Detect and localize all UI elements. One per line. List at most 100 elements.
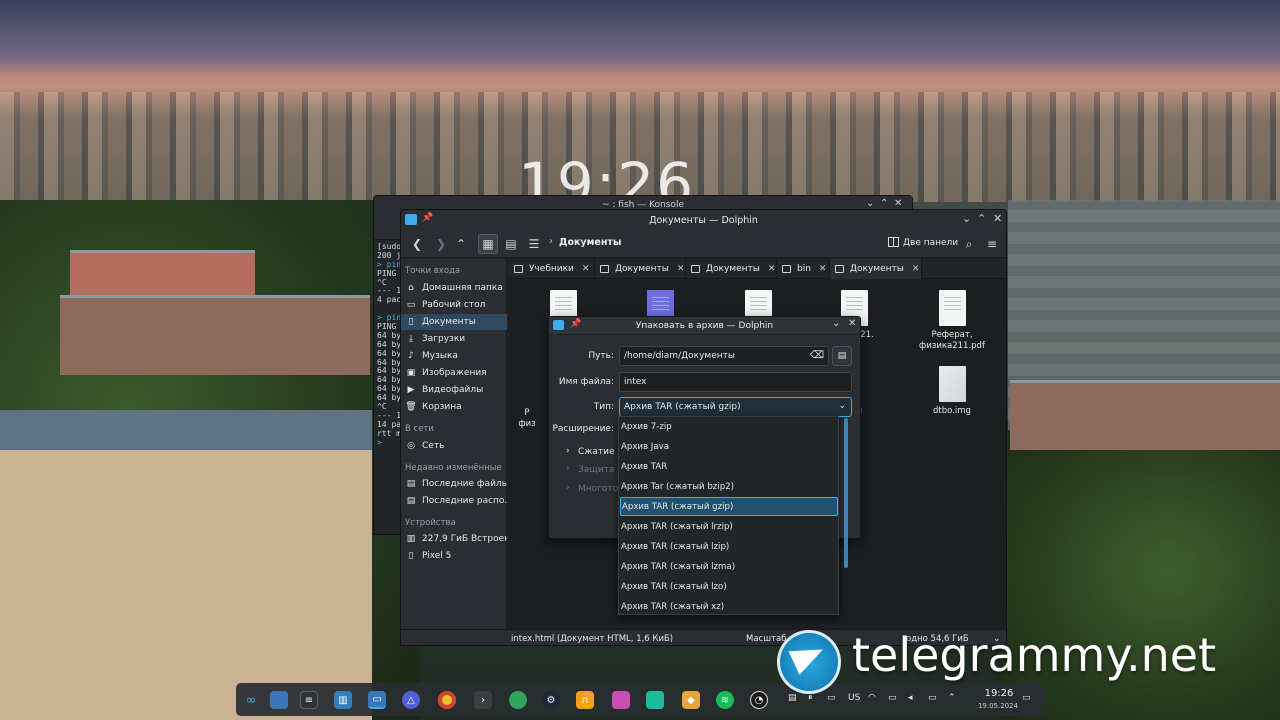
- obs-icon[interactable]: ◔: [750, 691, 768, 709]
- archive-type-select[interactable]: Архив TAR (сжатый gzip) ⌄: [619, 397, 852, 417]
- up-arrow-icon[interactable]: ⌃: [451, 234, 471, 254]
- dropdown-option[interactable]: Архив Tar (сжатый bzip2): [620, 477, 838, 496]
- compression-section[interactable]: Сжатие: [578, 447, 615, 457]
- konsole-taskbar-icon[interactable]: ›: [474, 691, 492, 709]
- hamburger-menu-icon[interactable]: ≡: [982, 234, 1002, 254]
- chevron-up-icon[interactable]: ⌃: [948, 693, 956, 703]
- infinity-icon[interactable]: ∞: [242, 691, 260, 709]
- sidebar-item-videos[interactable]: ▶ Видеофайлы: [401, 382, 507, 398]
- dropdown-option[interactable]: Архив TAR (сжатый lrzip): [620, 517, 838, 536]
- minimize-icon[interactable]: ⌄: [832, 318, 840, 329]
- taskbar-clock[interactable]: 19:26: [974, 688, 1024, 699]
- chrome-icon[interactable]: [438, 691, 456, 709]
- search-icon[interactable]: ⌕: [959, 234, 979, 254]
- file-item-dtbo[interactable]: dtbo.img: [914, 366, 990, 417]
- tab-close-icon[interactable]: ✕: [912, 264, 920, 274]
- download-icon: ⤓: [409, 334, 413, 344]
- keyboard-layout[interactable]: US: [848, 693, 860, 703]
- sidebar-item-music[interactable]: ♪ Музыка: [401, 348, 507, 364]
- sidebar-item-home[interactable]: ⌂ Домашняя папка: [401, 280, 507, 296]
- sidebar-item-recent-files[interactable]: ▤ Последние файлы: [401, 476, 507, 492]
- close-icon[interactable]: ✕: [848, 318, 856, 329]
- archive-type-dropdown[interactable]: Архив 7-zip Архив Java Архив TAR Архив Tar …: [618, 416, 839, 615]
- tab-close-icon[interactable]: ✕: [677, 264, 685, 274]
- show-desktop-icon[interactable]: ▭: [1022, 693, 1031, 703]
- volume-icon[interactable]: ◂: [908, 693, 913, 703]
- discover-icon[interactable]: ▥: [334, 691, 352, 709]
- spotify-icon[interactable]: ≋: [716, 691, 734, 709]
- app-icon[interactable]: [509, 691, 527, 709]
- details-view-icon[interactable]: ☰: [524, 234, 544, 254]
- close-icon[interactable]: ✕: [993, 212, 1002, 225]
- dropdown-option[interactable]: Архив TAR (сжатый xz): [620, 597, 838, 616]
- app-icon[interactable]: [612, 691, 630, 709]
- dropdown-option[interactable]: Архив TAR (сжатый lzma): [620, 557, 838, 576]
- dropdown-option[interactable]: Архив TAR (сжатый lzo): [620, 577, 838, 596]
- tab-close-icon[interactable]: ✕: [768, 264, 776, 274]
- tab-documents-2[interactable]: Документы ✕: [686, 259, 777, 279]
- file-item[interactable]: Рфиз: [507, 408, 547, 430]
- chevron-right-icon[interactable]: ›: [566, 446, 570, 456]
- sidebar-item-network[interactable]: ◎ Сеть: [401, 438, 507, 454]
- file-item-referat-pdf[interactable]: Реферат, физика211.pdf: [914, 290, 990, 352]
- app-icon[interactable]: [646, 691, 664, 709]
- icons-view-icon[interactable]: ▦: [478, 234, 498, 254]
- disk-icon[interactable]: ▭: [827, 693, 836, 703]
- wifi-icon[interactable]: ◠: [868, 693, 876, 703]
- sidebar-item-trash[interactable]: 🗑 Корзина: [401, 399, 507, 415]
- steam-icon[interactable]: ⚙: [542, 691, 560, 709]
- minimize-icon[interactable]: ⌄: [962, 212, 971, 225]
- dropdown-option[interactable]: Архив 7-zip: [620, 417, 838, 436]
- sidebar-item-recent-locations[interactable]: ▤ Последние распо...: [401, 493, 507, 509]
- battery-icon[interactable]: ▭: [888, 693, 897, 703]
- app-icon[interactable]: ∩: [576, 691, 594, 709]
- tab-close-icon[interactable]: ✕: [582, 264, 590, 274]
- split-view-icon[interactable]: [888, 237, 899, 247]
- dialog-titlebar[interactable]: 📌 Упаковать в архив — Dolphin ⌄ ✕: [549, 317, 860, 335]
- minimize-icon[interactable]: ⌄: [866, 198, 874, 209]
- tab-bin[interactable]: bin ✕: [777, 259, 830, 279]
- dolphin-titlebar[interactable]: 📌 Документы — Dolphin ⌄ ⌃ ✕: [401, 210, 1006, 230]
- breadcrumb-current[interactable]: Документы: [559, 237, 622, 248]
- tab-close-icon[interactable]: ✕: [819, 264, 827, 274]
- sidebar-item-internal-drive[interactable]: ▥227,9 ГиБ Встроен...: [401, 531, 507, 547]
- maximize-icon[interactable]: ⌃: [880, 198, 888, 209]
- tab-documents-active[interactable]: Документы ✕: [830, 259, 922, 279]
- dropdown-option[interactable]: Архив TAR (сжатый gzip): [620, 497, 838, 516]
- dolphin-taskbar-icon[interactable]: ▭: [368, 691, 386, 709]
- back-arrow-icon[interactable]: ❮: [407, 234, 427, 254]
- split-view-button[interactable]: Две панели: [903, 238, 958, 248]
- sidebar-item-desktop[interactable]: ▭ Рабочий стол: [401, 297, 507, 313]
- path-input[interactable]: /home/diam/Документы ⌫: [619, 346, 829, 366]
- dolphin-toolbar: ❮ ❯ ⌃ ▦ ▤ ☰ › Документы Две панели ⌕ ≡: [401, 230, 1006, 258]
- sidebar-item-pictures[interactable]: ▣ Изображения: [401, 365, 507, 381]
- trash-icon: 🗑: [405, 402, 417, 412]
- filename-input[interactable]: intex: [619, 372, 852, 392]
- display-icon[interactable]: ▭: [928, 693, 937, 703]
- sidebar-item-downloads[interactable]: ⤓ Загрузки: [401, 331, 507, 347]
- breadcrumb-separator-icon: ›: [549, 236, 553, 247]
- sidebar-item-documents[interactable]: ▯ Документы: [401, 314, 507, 330]
- dropdown-option[interactable]: Архив TAR: [620, 457, 838, 476]
- browse-folder-icon[interactable]: ▤: [832, 346, 852, 366]
- sidebar-item-pixel5[interactable]: ▯ Pixel 5: [401, 548, 507, 564]
- app-icon[interactable]: ◆: [682, 691, 700, 709]
- tab-uchebniki[interactable]: Учебники ✕: [509, 259, 595, 279]
- system-settings-icon[interactable]: ≡: [300, 691, 318, 709]
- forward-arrow-icon[interactable]: ❯: [431, 234, 451, 254]
- dropdown-option[interactable]: Архив Java: [620, 437, 838, 456]
- desktop-pager-icon[interactable]: [270, 691, 288, 709]
- clear-text-icon[interactable]: ⌫: [810, 350, 824, 361]
- taskbar-date[interactable]: 19.05.2024: [969, 702, 1027, 710]
- compact-view-icon[interactable]: ▤: [501, 234, 521, 254]
- dropdown-option[interactable]: Архив TAR (сжатый lzip): [620, 537, 838, 556]
- kde-connect-icon[interactable]: △: [402, 691, 420, 709]
- dropdown-scrollbar[interactable]: [844, 418, 848, 568]
- media-icon[interactable]: ⏸: [808, 693, 813, 703]
- protection-section: Защита п: [578, 465, 624, 475]
- clipboard-icon[interactable]: ▤: [788, 693, 797, 703]
- watermark-text: telegrammy.net: [852, 628, 1217, 682]
- close-icon[interactable]: ✕: [894, 198, 902, 209]
- tab-documents-1[interactable]: Документы ✕: [595, 259, 686, 279]
- maximize-icon[interactable]: ⌃: [977, 212, 986, 225]
